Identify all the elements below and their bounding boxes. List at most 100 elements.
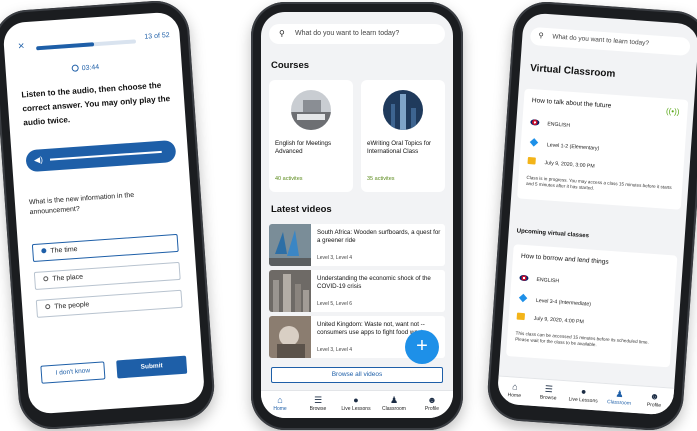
nav-home[interactable]: ⌂ Home	[497, 379, 532, 399]
uk-flag-icon	[519, 274, 529, 282]
course-image	[383, 90, 423, 130]
answer-option-label: The people	[54, 301, 90, 311]
class-note: This class can be accessed 15 minutes be…	[515, 330, 650, 348]
nav-browse[interactable]: ☰ Browse	[531, 382, 566, 402]
answer-option-label: The place	[52, 273, 84, 283]
class-level: Level 3-4 (Intermediate)	[518, 293, 592, 308]
quiz-timer: 03:44	[71, 63, 99, 73]
latest-videos-heading: Latest videos	[271, 204, 332, 215]
browse-all-videos-button[interactable]: Browse all videos	[271, 367, 443, 383]
answer-option-1[interactable]: The time	[31, 233, 179, 263]
calendar-icon	[516, 312, 526, 321]
class-date-label: July 9, 2020, 4:00 PM	[533, 315, 584, 326]
video-level: Level 3, Level 4	[317, 347, 353, 353]
level-icon	[529, 138, 539, 147]
live-icon: ●	[353, 395, 359, 405]
nav-profile[interactable]: ☻ Profile	[413, 394, 451, 412]
class-language: ENGLISH	[519, 274, 560, 285]
video-item[interactable]: South Africa: Wooden surfboards, a quest…	[269, 224, 445, 266]
phone-quiz: × 13 of 52 03:44 Listen to the audio, th…	[0, 0, 217, 431]
uk-flag-icon	[530, 119, 540, 126]
class-note: Class is in progress. You may access a c…	[525, 174, 672, 191]
search-icon: ⚲	[538, 32, 544, 40]
course-image	[291, 90, 331, 130]
question-counter: 13 of 52	[144, 31, 170, 41]
quiz-screen: × 13 of 52 03:44 Listen to the audio, th…	[2, 11, 206, 415]
video-title: Understanding the economic shock of the …	[317, 275, 431, 290]
nav-label: Profile	[424, 406, 440, 412]
timer-value: 03:44	[81, 63, 100, 73]
quiz-question: What is the new information in the annou…	[28, 191, 135, 217]
video-level: Level 3, Level 4	[317, 255, 353, 261]
answer-option-2[interactable]: The place	[33, 261, 181, 290]
video-title: South Africa: Wooden surfboards, a quest…	[317, 229, 441, 244]
course-card[interactable]: English for Meetings Advanced 40 activit…	[269, 80, 353, 192]
live-icon: ((•))	[665, 106, 680, 117]
audio-track[interactable]	[49, 150, 162, 161]
close-icon[interactable]: ×	[18, 40, 25, 52]
class-date: July 9, 2020, 3:00 PM	[527, 156, 595, 170]
user-icon: ☻	[427, 395, 437, 405]
video-level: Level 5, Level 6	[317, 301, 353, 307]
nav-home[interactable]: ⌂ Home	[261, 394, 299, 412]
search-bar[interactable]: ⚲ What do you want to learn today?	[269, 24, 445, 44]
nav-label: Home	[507, 392, 522, 400]
nav-label: Home	[273, 406, 287, 412]
class-level-label: Level 3-4 (Intermediate)	[535, 297, 592, 308]
nav-label: Live Lessons	[568, 396, 598, 405]
video-thumbnail	[269, 224, 311, 266]
page-title: Virtual Classroom	[529, 62, 616, 80]
nav-label: Classroom	[382, 406, 406, 412]
nav-classroom[interactable]: ♟ Classroom	[375, 394, 413, 412]
nav-classroom[interactable]: ♟ Classroom	[601, 387, 638, 407]
nav-label: Live Lessons	[341, 406, 371, 412]
search-placeholder: What do you want to learn today?	[295, 30, 400, 37]
radio-icon	[45, 303, 51, 310]
courses-heading: Courses	[271, 60, 310, 71]
course-title: English for Meetings Advanced	[275, 140, 332, 155]
class-title: How to talk about the future	[531, 97, 612, 110]
phone-browse: ⚲ What do you want to learn today? Cours…	[251, 2, 463, 430]
radio-icon	[43, 276, 49, 282]
search-bar[interactable]: ⚲ What do you want to learn today?	[529, 26, 691, 56]
current-class-card[interactable]: How to talk about the future ((•)) ENGLI…	[517, 88, 689, 210]
search-placeholder: What do you want to learn today?	[552, 33, 650, 48]
radio-icon	[41, 248, 47, 254]
answer-option-label: The time	[50, 245, 78, 255]
nav-live-lessons[interactable]: ● Live Lessons	[337, 394, 375, 412]
class-level-label: Level 1-2 (Elementary)	[546, 142, 600, 152]
class-language-label: ENGLISH	[547, 121, 571, 129]
nav-label: Classroom	[606, 399, 632, 407]
classroom-screen: ⚲ What do you want to learn today? Virtu…	[496, 12, 697, 416]
course-title: eWriting Oral Topics for International C…	[367, 140, 432, 155]
quiz-header: × 13 of 52	[14, 32, 171, 57]
speaker-icon[interactable]: ◀)	[34, 155, 43, 165]
group-icon: ♟	[389, 395, 399, 405]
answer-option-3[interactable]: The people	[35, 289, 183, 318]
bottom-nav: ⌂ Home ☰ Browse ● Live Lessons ♟ Classroom ☻…	[496, 375, 675, 416]
nav-live-lessons[interactable]: ● Live Lessons	[565, 384, 602, 404]
nav-label: Profile	[646, 401, 662, 409]
video-thumbnail	[269, 270, 311, 312]
nav-profile[interactable]: ☻ Profile	[637, 389, 672, 409]
search-icon: ⚲	[279, 29, 285, 38]
course-card[interactable]: eWriting Oral Topics for International C…	[361, 80, 445, 192]
class-language-label: ENGLISH	[536, 276, 560, 285]
home-icon: ⌂	[277, 395, 283, 405]
dont-know-button[interactable]: I don't know	[40, 361, 106, 384]
class-date-label: July 9, 2020, 3:00 PM	[544, 160, 595, 170]
clock-icon	[71, 64, 79, 72]
class-level: Level 1-2 (Elementary)	[529, 138, 600, 152]
submit-button[interactable]: Submit	[116, 355, 188, 379]
class-language: ENGLISH	[530, 119, 570, 129]
add-button[interactable]: +	[405, 330, 439, 364]
course-activity-count: 35 activites	[367, 176, 395, 182]
class-date: July 9, 2020, 4:00 PM	[516, 312, 585, 326]
nav-label: Browse	[309, 406, 327, 412]
nav-browse[interactable]: ☰ Browse	[299, 394, 337, 412]
list-icon: ☰	[313, 395, 323, 405]
video-item[interactable]: Understanding the economic shock of the …	[269, 270, 445, 312]
upcoming-class-card[interactable]: How to borrow and lend things ENGLISH Le…	[506, 244, 678, 368]
browse-screen: ⚲ What do you want to learn today? Cours…	[261, 12, 453, 418]
audio-player[interactable]: ◀)	[25, 139, 177, 173]
